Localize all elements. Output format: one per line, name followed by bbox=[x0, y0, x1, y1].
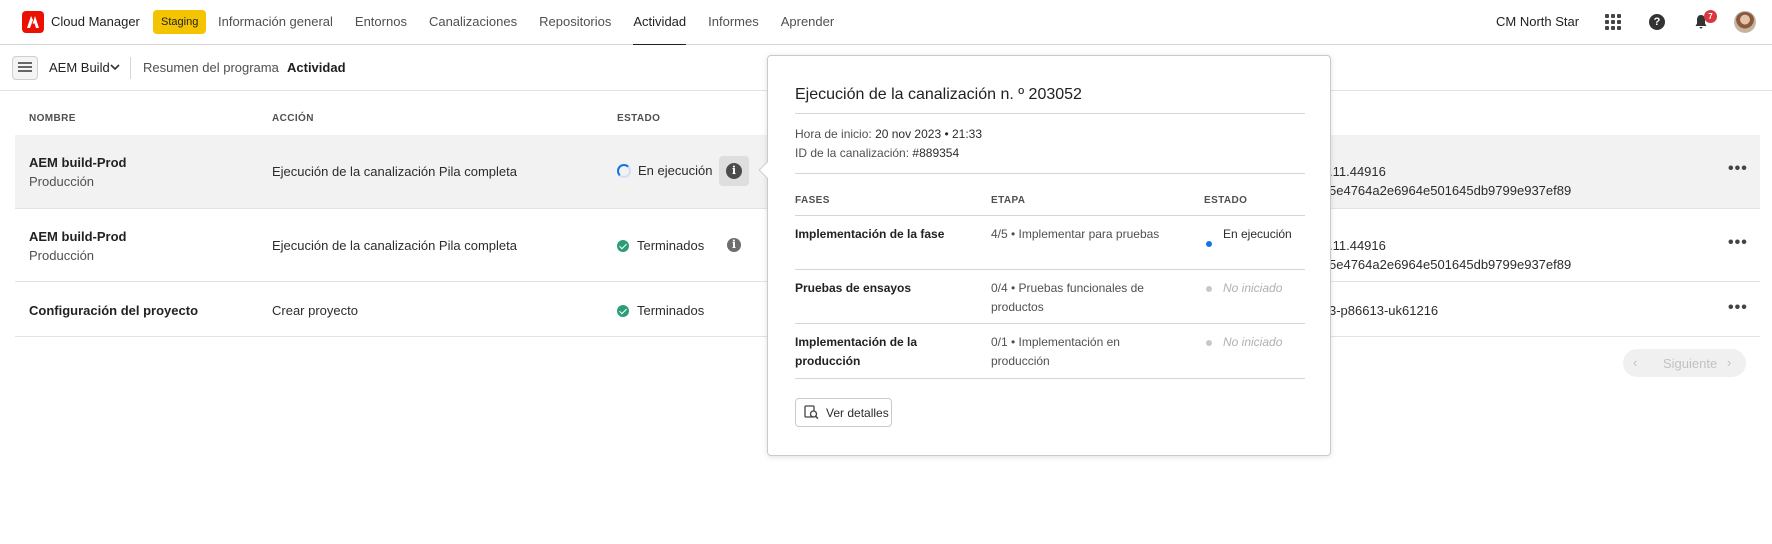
chevron-left-icon[interactable]: ‹ bbox=[1633, 355, 1637, 370]
pipeline-execution-popover: Ejecución de la canalización n. º 203052… bbox=[758, 55, 1331, 456]
popover-header-step: ETAPA bbox=[991, 195, 1026, 206]
environment-badge: Staging bbox=[153, 10, 207, 34]
divider bbox=[130, 57, 131, 79]
org-switcher[interactable]: CM North Star bbox=[1496, 14, 1579, 29]
pipeline-id-label: ID de la canalización: bbox=[795, 146, 910, 160]
column-header-action: ACCIÓN bbox=[272, 113, 314, 124]
row-subtitle: Producción bbox=[29, 248, 95, 263]
view-details-button[interactable]: Ver detalles bbox=[795, 398, 892, 427]
spinner-icon bbox=[617, 163, 631, 178]
user-avatar[interactable] bbox=[1734, 11, 1756, 33]
column-header-name: NOMBRE bbox=[29, 113, 76, 124]
row-details-version: .11.44916 bbox=[1329, 164, 1386, 179]
nav-item-overview[interactable]: Información general bbox=[218, 0, 333, 45]
info-icon: i bbox=[726, 163, 742, 179]
row-details-id: 3-p86613-uk61216 bbox=[1329, 303, 1439, 318]
nav-item-reports[interactable]: Informes bbox=[708, 0, 759, 45]
divider bbox=[795, 215, 1305, 216]
pagination: ‹ Siguiente › bbox=[1623, 349, 1746, 377]
divider bbox=[795, 113, 1305, 114]
more-actions-icon[interactable]: ••• bbox=[1728, 299, 1748, 317]
status-label: Terminados bbox=[637, 238, 705, 253]
view-details-icon bbox=[804, 405, 819, 420]
row-details-version: .11.44916 bbox=[1329, 238, 1386, 253]
row-status: En ejecución bbox=[617, 163, 712, 178]
row-details-commit: 5e4764a2e6964e501645db9799e937ef89 bbox=[1329, 257, 1572, 272]
divider bbox=[795, 378, 1305, 379]
divider bbox=[795, 173, 1305, 174]
more-actions-icon[interactable]: ••• bbox=[1728, 234, 1748, 252]
phase-name: Implementación de la fase bbox=[795, 227, 945, 241]
nav-item-environments[interactable]: Entornos bbox=[355, 0, 407, 45]
row-details-commit: 5e4764a2e6964e501645db9799e937ef89 bbox=[1329, 183, 1572, 198]
row-name: AEM build-Prod bbox=[29, 155, 127, 170]
nav-item-repositories[interactable]: Repositorios bbox=[539, 0, 611, 45]
adobe-logo-icon[interactable] bbox=[22, 11, 44, 33]
pipeline-id-value: #889354 bbox=[912, 146, 960, 160]
phase-status: No iniciado bbox=[1223, 335, 1283, 349]
help-icon[interactable]: ? bbox=[1649, 14, 1665, 30]
status-dot-icon bbox=[1206, 286, 1212, 292]
row-action: Crear proyecto bbox=[272, 303, 358, 318]
main-nav: Información general Entornos Canalizacio… bbox=[218, 0, 856, 46]
chevron-down-icon[interactable] bbox=[109, 61, 121, 73]
status-label: Terminados bbox=[637, 303, 705, 318]
start-time: Hora de inicio: 20 nov 2023 • 21:33 bbox=[795, 127, 982, 141]
check-circle-icon bbox=[617, 304, 629, 317]
breadcrumb-separator: › bbox=[271, 59, 276, 74]
column-header-status: ESTADO bbox=[617, 113, 661, 124]
row-action: Ejecución de la canalización Pila comple… bbox=[272, 164, 517, 179]
status-dot-icon bbox=[1206, 340, 1212, 346]
row-status: Terminados bbox=[617, 238, 704, 253]
program-switcher[interactable]: AEM Build bbox=[49, 60, 110, 75]
app-name[interactable]: Cloud Manager bbox=[51, 14, 140, 29]
row-subtitle: Producción bbox=[29, 174, 95, 189]
notification-count-badge: 7 bbox=[1704, 10, 1717, 23]
phase-step: 0/4 • Pruebas funcionales de productos bbox=[991, 281, 1144, 314]
phase-step: 0/1 • Implementación en producción bbox=[991, 335, 1120, 368]
check-circle-icon bbox=[617, 239, 629, 252]
breadcrumb-program-summary[interactable]: Resumen del programa bbox=[143, 60, 279, 75]
nav-item-pipelines[interactable]: Canalizaciones bbox=[429, 0, 517, 45]
phase-step: 4/5 • Implementar para pruebas bbox=[991, 227, 1160, 241]
row-name: AEM build-Prod bbox=[29, 229, 127, 244]
row-status: Terminados bbox=[617, 303, 704, 318]
pipeline-id: ID de la canalización: #889354 bbox=[795, 146, 959, 160]
program-icon bbox=[12, 56, 38, 80]
start-time-label: Hora de inicio: bbox=[795, 127, 872, 141]
popover-header-status: ESTADO bbox=[1204, 195, 1248, 206]
apps-grid-icon[interactable] bbox=[1605, 14, 1621, 30]
phase-status: En ejecución bbox=[1223, 227, 1292, 241]
next-page-button[interactable]: Siguiente bbox=[1663, 356, 1717, 371]
breadcrumb-current: Actividad bbox=[287, 60, 346, 75]
nav-item-learn[interactable]: Aprender bbox=[781, 0, 834, 45]
status-dot-icon bbox=[1206, 241, 1212, 247]
info-icon: i bbox=[727, 238, 741, 252]
chevron-right-icon[interactable]: › bbox=[1727, 355, 1731, 370]
popover-header-phase: FASES bbox=[795, 195, 830, 206]
start-time-value: 20 nov 2023 • 21:33 bbox=[875, 127, 983, 141]
nav-item-activity[interactable]: Actividad bbox=[633, 0, 686, 46]
status-label: En ejecución bbox=[638, 163, 713, 178]
phase-name: Implementación de la producción bbox=[795, 335, 918, 368]
phase-status: No iniciado bbox=[1223, 281, 1283, 295]
divider bbox=[795, 323, 1305, 324]
top-nav-bar: Cloud Manager Staging Información genera… bbox=[0, 0, 1772, 46]
popover-title: Ejecución de la canalización n. º 203052 bbox=[795, 86, 1082, 103]
row-action: Ejecución de la canalización Pila comple… bbox=[272, 238, 517, 253]
row-name: Configuración del proyecto bbox=[29, 303, 199, 318]
view-details-label: Ver detalles bbox=[826, 406, 889, 420]
info-button[interactable]: i bbox=[719, 156, 749, 186]
more-actions-icon[interactable]: ••• bbox=[1728, 160, 1748, 178]
divider bbox=[795, 269, 1305, 270]
info-button[interactable]: i bbox=[719, 230, 749, 260]
phase-name: Pruebas de ensayos bbox=[795, 281, 912, 295]
